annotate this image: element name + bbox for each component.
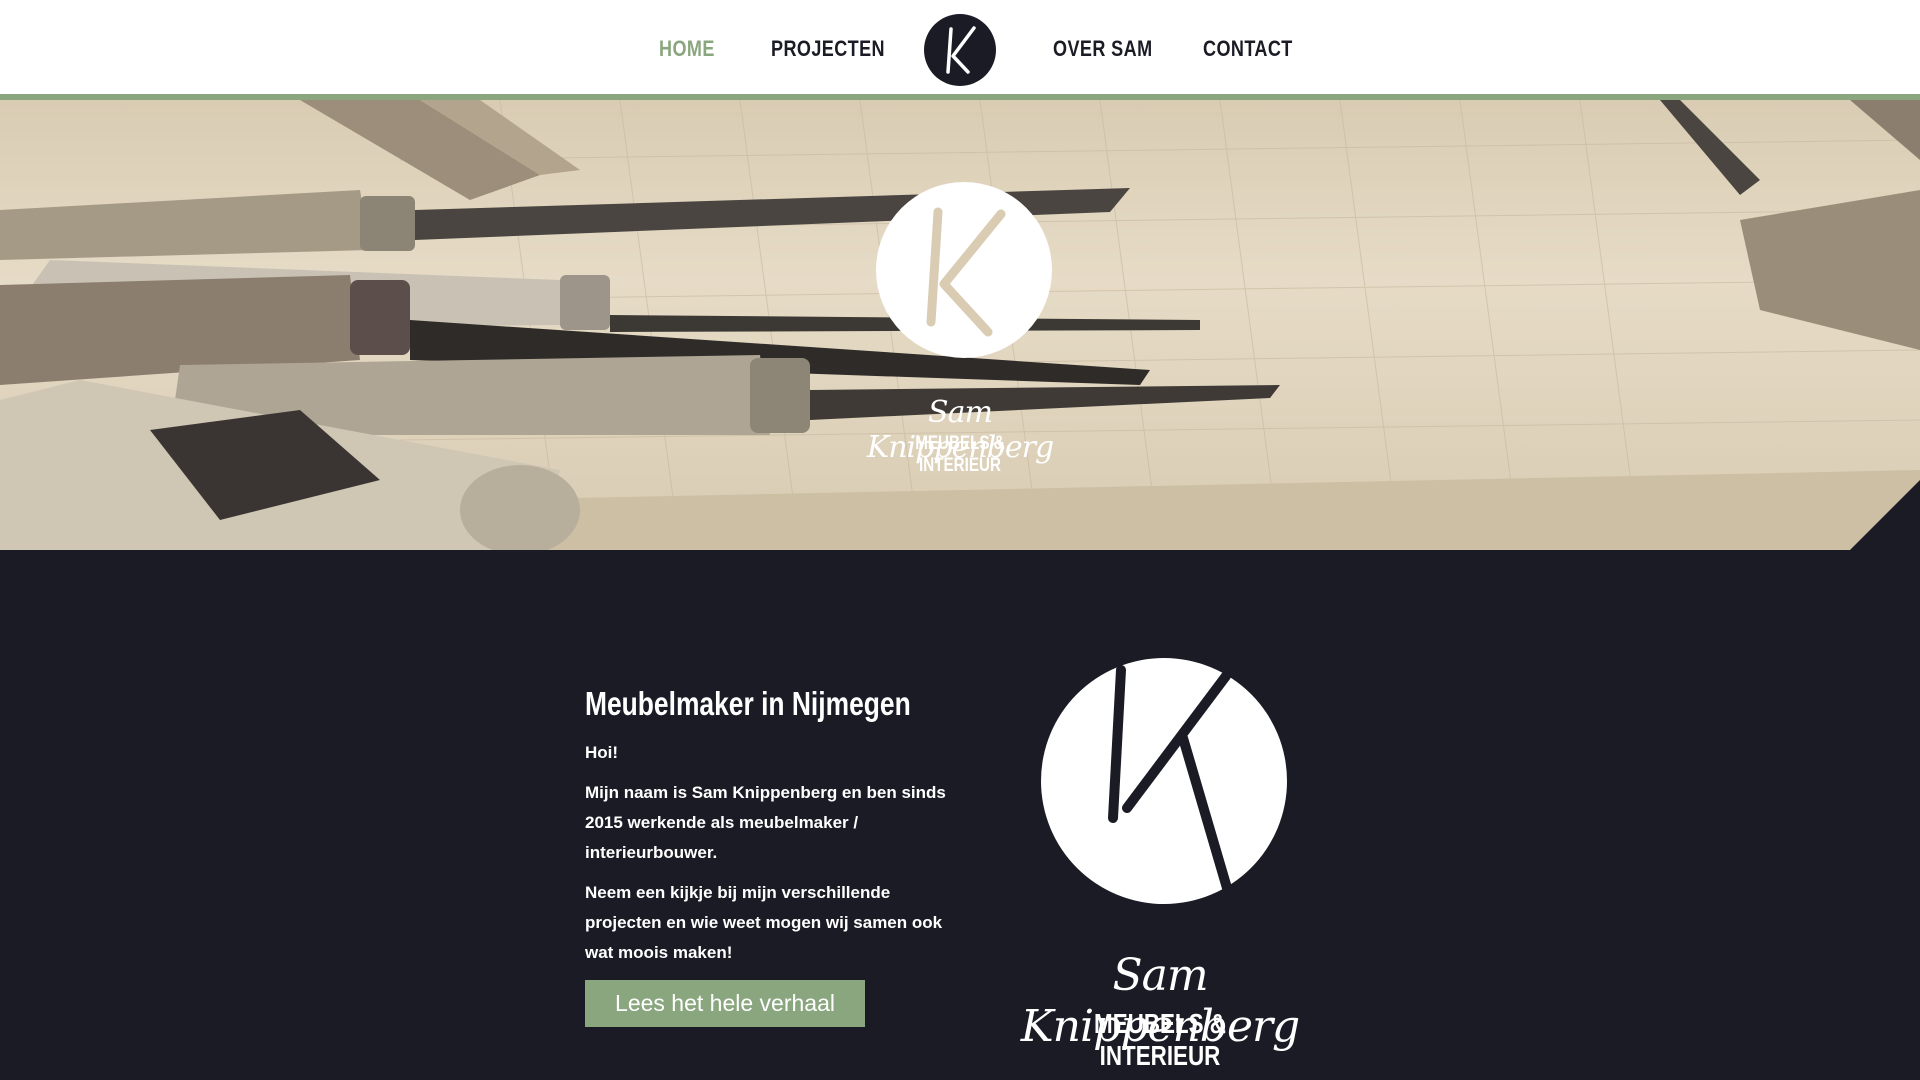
k-monogram-icon[interactable] <box>924 14 996 86</box>
hero-logo-circle <box>876 182 1052 358</box>
nav-item-home[interactable]: HOME <box>659 34 715 64</box>
brand-subtitle: MEUBELS & INTERIEUR <box>1094 1008 1226 1071</box>
k-monogram-icon <box>1108 665 1232 893</box>
intro-paragraph-2: Neem een kijkje bij mijn verschillende p… <box>585 883 943 962</box>
nav-item-over-sam[interactable]: OVER SAM <box>1053 34 1153 64</box>
nav-item-contact[interactable]: CONTACT <box>1203 34 1293 64</box>
read-story-button[interactable]: Lees het hele verhaal <box>585 980 865 1027</box>
hero-banner: Sam Knippenberg MEUBELS & INTERIEUR <box>0 100 1920 550</box>
intro-paragraph-1: Mijn naam is Sam Knippenberg en ben sind… <box>585 783 946 862</box>
k-monogram-icon <box>926 207 1006 337</box>
intro-greeting: Hoi! <box>585 743 619 762</box>
intro-heading: Meubelmaker in Nijmegen <box>585 685 911 722</box>
top-navigation: HOME PROJECTEN OVER SAM CONTACT <box>0 0 1920 94</box>
intro-section: Meubelmaker in Nijmegen Hoi! Mijn naam i… <box>0 550 1920 1080</box>
hero-subtitle: MEUBELS & INTERIEUR <box>915 433 1005 476</box>
brand-logo-circle <box>1041 658 1287 904</box>
k-monogram-glyph <box>946 26 976 74</box>
hero-corner-cut <box>1850 480 1920 550</box>
nav-item-projecten[interactable]: PROJECTEN <box>771 34 885 64</box>
